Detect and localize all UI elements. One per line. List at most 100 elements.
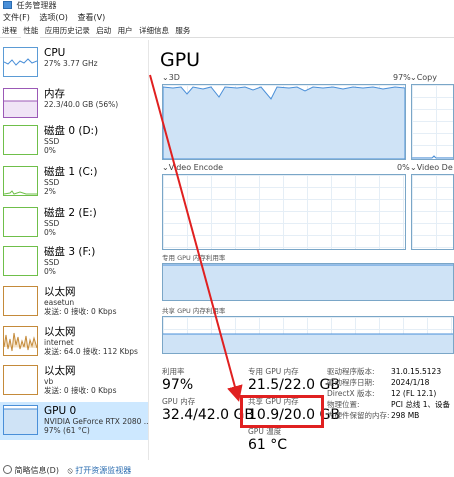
utilization-value: 97%: [162, 377, 194, 393]
sidebar-item-sub: vb: [44, 377, 54, 386]
physical-location-label: 物理位置:: [327, 400, 360, 409]
gpu-temperature-value: 61 °C: [248, 437, 288, 453]
chevron-down-icon: ⌄: [410, 163, 417, 172]
memory-thumbnail: [3, 88, 38, 118]
page-title: GPU: [160, 49, 201, 71]
graph-3d-percent: 97%: [393, 73, 411, 82]
sidebar-item-disk-0[interactable]: 磁盘 0 (D:) SSD 0%: [0, 122, 148, 160]
sidebar-item-ethernet-vb[interactable]: 以太网 vb 发送: 0 接收: 0 Kbps: [0, 362, 148, 400]
sidebar-item-title: 磁盘 3 (F:): [44, 246, 96, 258]
dedicated-memory-graph: [162, 263, 454, 301]
sidebar-item-sub2: 97% (61 °C): [44, 426, 90, 435]
disk-thumbnail: [3, 166, 38, 196]
menu-file[interactable]: 文件(F): [3, 13, 30, 22]
sidebar-item-title: 以太网: [44, 326, 76, 338]
menu-options[interactable]: 选项(O): [39, 13, 68, 22]
sidebar-item-title: GPU 0: [44, 405, 77, 417]
ethernet-thumbnail: [3, 326, 38, 356]
graph-copy-label[interactable]: ⌄Copy: [410, 73, 437, 83]
sidebar-item-ethernet-easetun[interactable]: 以太网 easetun 发送: 0 接收: 0 Kbps: [0, 283, 148, 321]
open-resource-monitor-link[interactable]: 打开资源监视器: [75, 466, 131, 475]
disk-thumbnail: [3, 246, 38, 276]
tab-processes[interactable]: 进程: [0, 25, 19, 37]
gpu-temperature-label: GPU 温度: [248, 427, 282, 436]
driver-date-value: 2024/1/18: [391, 378, 430, 387]
chevron-down-icon: ⌄: [410, 73, 417, 82]
sidebar-item-title: 磁盘 2 (E:): [44, 207, 97, 219]
sidebar-item-sub: SSD: [44, 258, 60, 267]
sidebar-item-cpu[interactable]: CPU 27% 3.77 GHz: [0, 44, 148, 82]
sidebar-item-disk-1[interactable]: 磁盘 1 (C:) SSD 2%: [0, 163, 148, 201]
sidebar-item-sub2: 0%: [44, 146, 56, 155]
sidebar-item-sub2: 0%: [44, 267, 56, 276]
sidebar-item-sub2: 0%: [44, 228, 56, 237]
sidebar-item-sub: 27% 3.77 GHz: [44, 59, 98, 68]
graph-copy: [411, 84, 454, 160]
menu-bar: 文件(F) 选项(O) 查看(V): [0, 12, 454, 23]
sidebar-item-sub: NVIDIA GeForce RTX 2080 ...: [44, 417, 148, 426]
tab-services[interactable]: 服务: [173, 25, 192, 37]
sidebar-item-gpu-0[interactable]: GPU 0 NVIDIA GeForce RTX 2080 ... 97% (6…: [0, 402, 148, 440]
sidebar-item-disk-2[interactable]: 磁盘 2 (E:) SSD 0%: [0, 204, 148, 242]
sidebar-item-sub2: 发送: 0 接收: 0 Kbps: [44, 386, 117, 395]
graph-video-encode-label[interactable]: ⌄Video Encode: [162, 163, 223, 173]
sidebar-item-sub: easetun: [44, 298, 75, 307]
dedicated-memory-label: 专用 GPU 内存: [248, 367, 299, 376]
sidebar-item-sub: 22.3/40.0 GB (56%): [44, 100, 119, 109]
hardware-reserved-memory-label: 为硬件保留的内存:: [327, 411, 390, 420]
tab-startup[interactable]: 启动: [94, 25, 113, 37]
sidebar-item-title: CPU: [44, 47, 66, 59]
physical-location-value: PCI 总线 1、设备: [391, 400, 451, 409]
sidebar-item-sub2: 发送: 0 接收: 0 Kbps: [44, 307, 117, 316]
chevron-down-icon: ⌄: [162, 163, 169, 172]
title-bar: 任务管理器: [0, 0, 454, 11]
sidebar-item-ethernet-internet[interactable]: 以太网 internet 发送: 64.0 接收: 112 Kbps: [0, 323, 148, 361]
graph-video-encode: [162, 174, 406, 250]
tab-app-history[interactable]: 应用历史记录: [43, 25, 92, 37]
driver-version-value: 31.0.15.5123: [391, 367, 442, 376]
sidebar-item-title: 内存: [44, 88, 65, 100]
footer-bar: 简略信息(D) ⦸ 打开资源监视器: [0, 464, 454, 477]
ethernet-thumbnail: [3, 365, 38, 395]
menu-view[interactable]: 查看(V): [77, 13, 105, 22]
disk-thumbnail: [3, 125, 38, 155]
sidebar-item-title: 以太网: [44, 365, 76, 377]
sidebar-item-title: 磁盘 1 (C:): [44, 166, 98, 178]
directx-version-value: 12 (FL 12.1): [391, 389, 437, 398]
chevron-up-icon: [3, 465, 12, 474]
shared-memory-graph-label: 共享 GPU 内存利用率: [162, 307, 226, 315]
shared-memory-highlight: [240, 395, 324, 428]
hardware-reserved-memory-value: 298 MB: [391, 411, 420, 420]
window-title: 任务管理器: [16, 1, 57, 10]
ethernet-thumbnail: [3, 286, 38, 316]
resource-sidebar: CPU 27% 3.77 GHz 内存 22.3/40.0 GB (56%) 磁…: [0, 40, 149, 460]
tab-bar: 进程 性能 应用历史记录 启动 用户 详细信息 服务: [0, 25, 454, 38]
graph-3d-label[interactable]: ⌄3D: [162, 73, 180, 83]
tab-performance[interactable]: 性能: [21, 25, 41, 38]
graph-video-encode-percent: 0%: [397, 163, 410, 172]
shared-memory-graph: [162, 316, 454, 354]
graph-video-decode-label[interactable]: ⌄Video De: [410, 163, 453, 173]
sidebar-item-title: 磁盘 0 (D:): [44, 125, 99, 137]
tab-details[interactable]: 详细信息: [137, 25, 171, 37]
graph-3d: [162, 84, 406, 160]
tab-users[interactable]: 用户: [116, 25, 135, 37]
resource-monitor-icon: ⦸: [67, 466, 73, 475]
gpu-thumbnail: [3, 405, 38, 435]
sidebar-item-title: 以太网: [44, 286, 76, 298]
sidebar-item-disk-3[interactable]: 磁盘 3 (F:) SSD 0%: [0, 243, 148, 281]
sidebar-item-memory[interactable]: 内存 22.3/40.0 GB (56%): [0, 85, 148, 123]
task-manager-icon: [3, 1, 12, 9]
sidebar-item-sub2: 发送: 64.0 接收: 112 Kbps: [44, 347, 138, 356]
sidebar-item-sub: internet: [44, 338, 74, 347]
sidebar-item-sub2: 2%: [44, 187, 56, 196]
driver-date-label: 驱动程序日期:: [327, 378, 375, 387]
disk-thumbnail: [3, 207, 38, 237]
driver-version-label: 驱动程序版本:: [327, 367, 375, 376]
cpu-thumbnail: [3, 47, 38, 77]
fewer-details-link[interactable]: 简略信息(D): [15, 466, 59, 475]
sidebar-item-sub: SSD: [44, 219, 60, 228]
gpu-memory-label: GPU 内存: [162, 397, 196, 406]
graph-video-decode: [411, 174, 454, 250]
dedicated-memory-graph-label: 专用 GPU 内存利用率: [162, 254, 226, 262]
